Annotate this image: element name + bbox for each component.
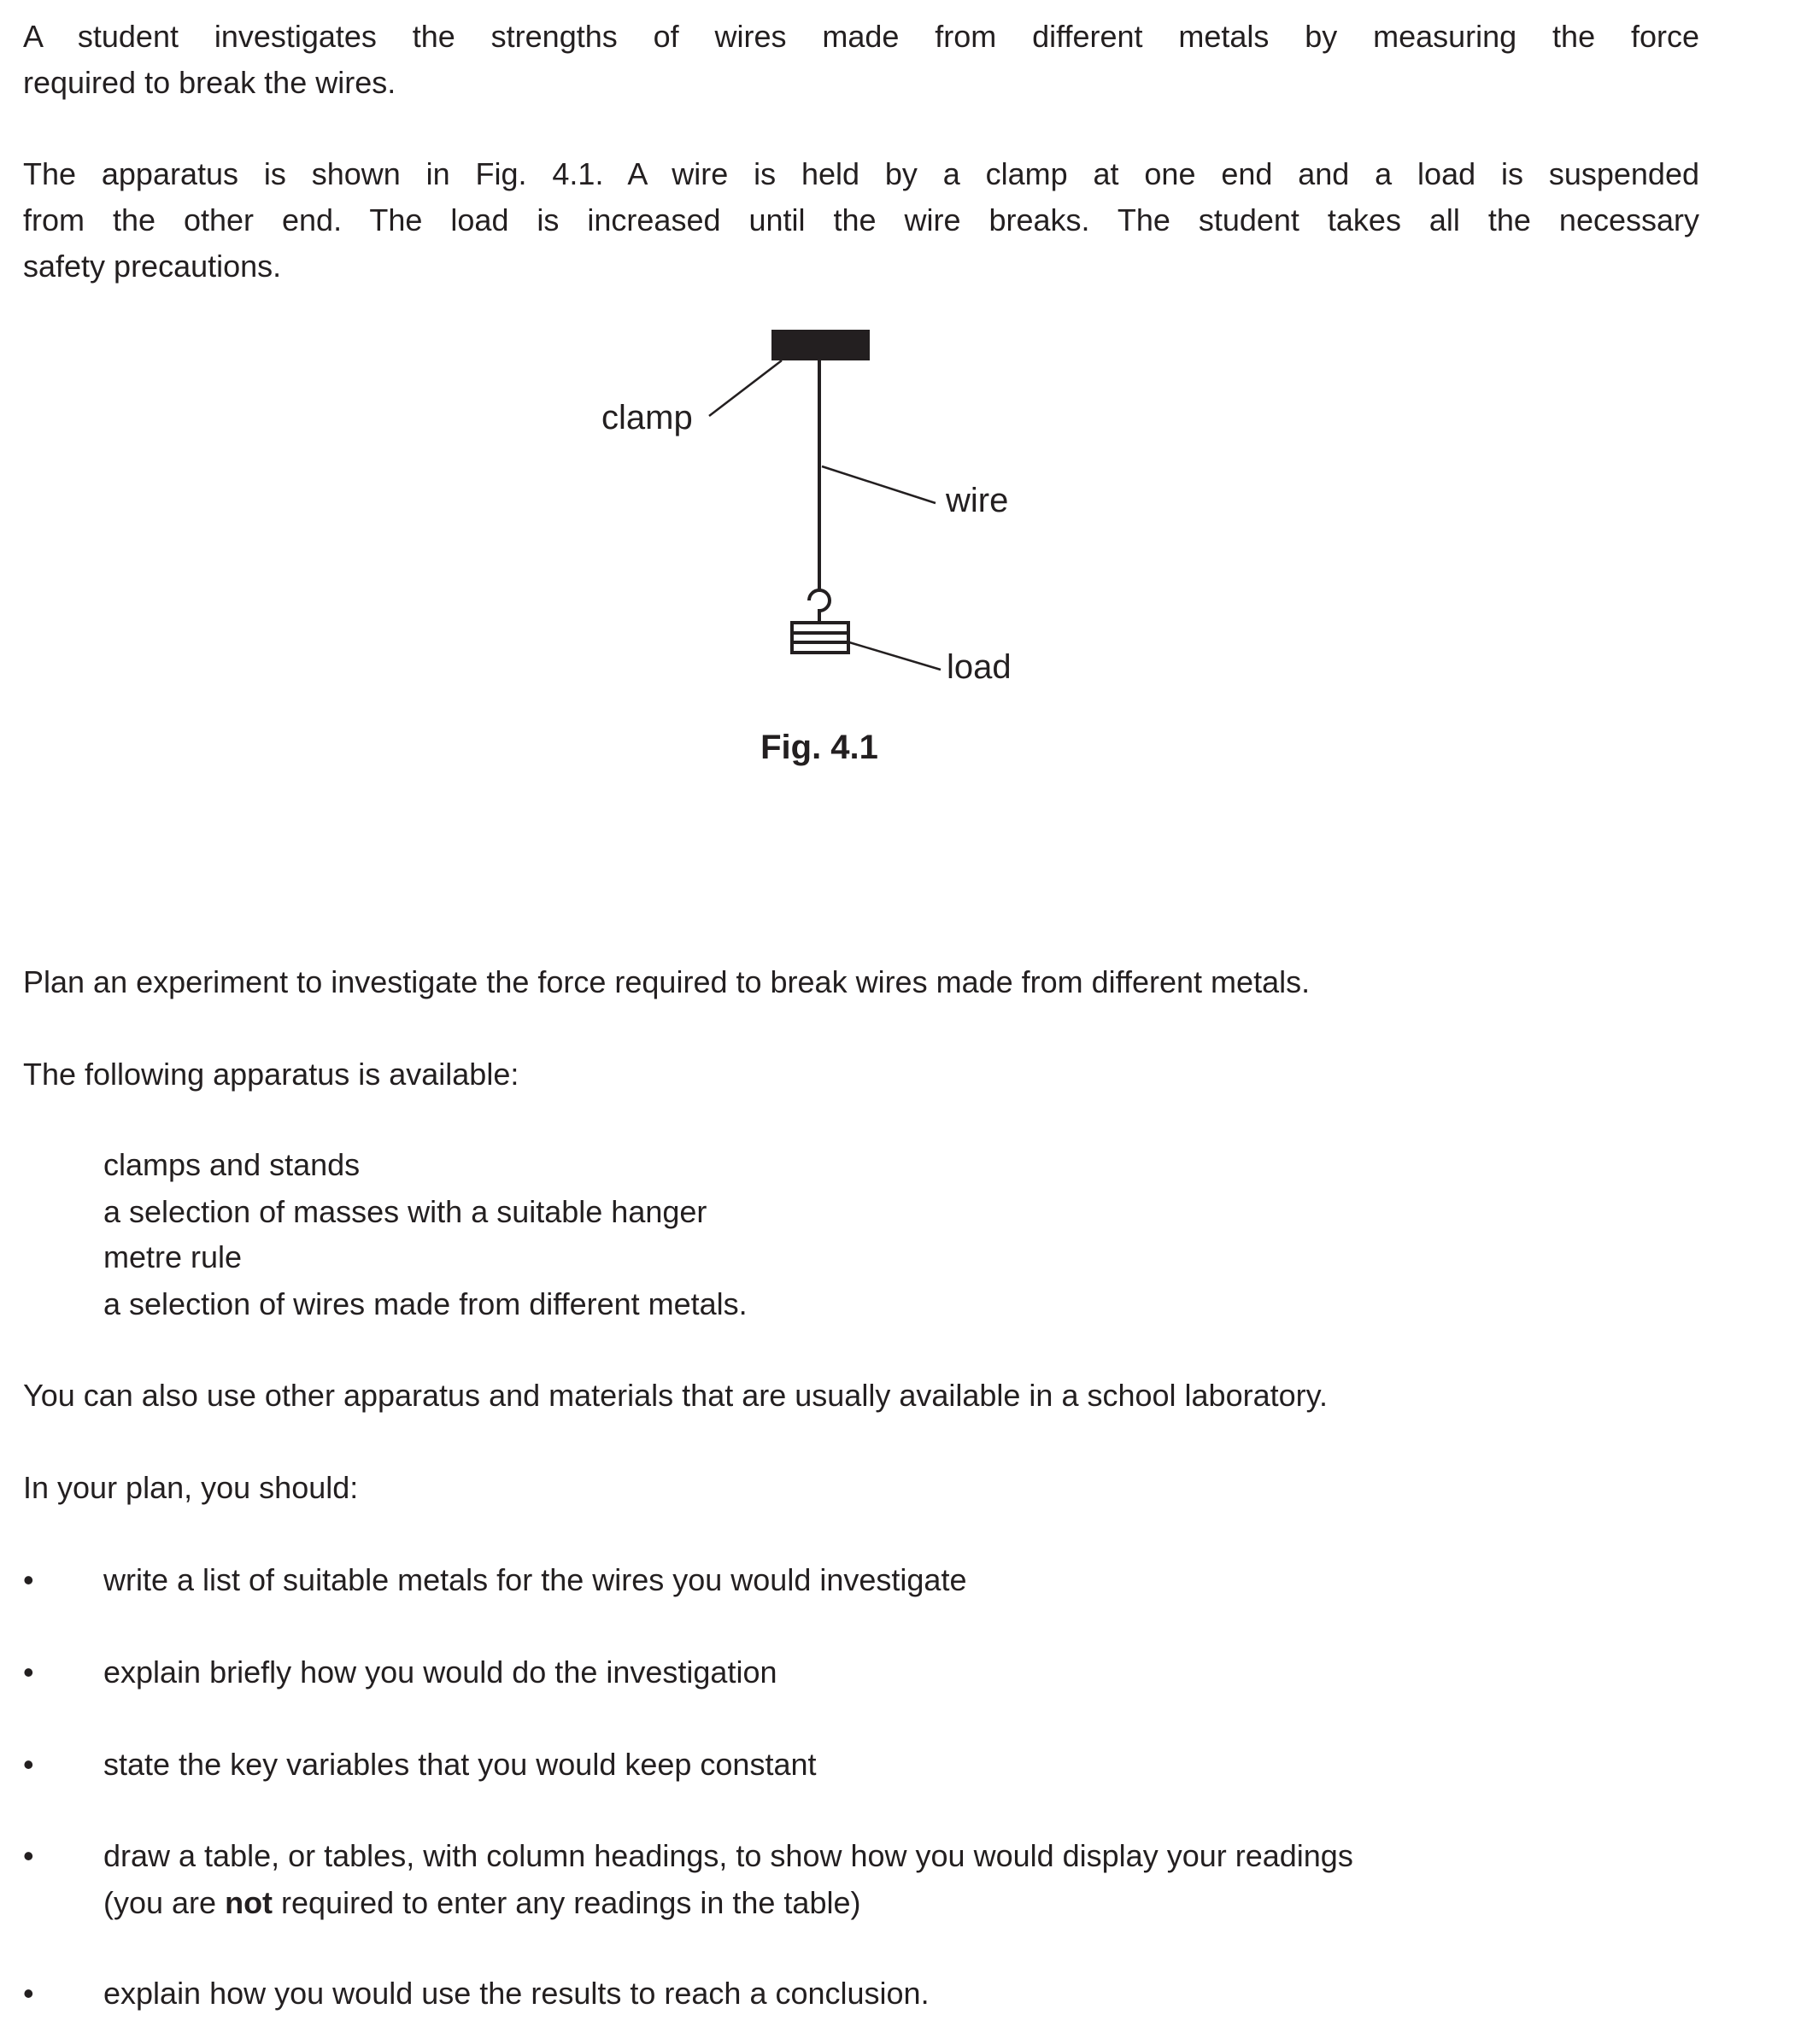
task-statement: Plan an experiment to investigate the fo… (23, 964, 1311, 999)
plan-bullet-continuation: (you are not required to enter any readi… (103, 1880, 860, 1925)
apparatus-heading: The following apparatus is available: (23, 1057, 519, 1092)
plan-heading: In your plan, you should: (23, 1470, 359, 1505)
apparatus-item: metre rule (103, 1239, 243, 1274)
other-apparatus-note: You can also use other apparatus and mat… (23, 1378, 1328, 1413)
hook (807, 589, 831, 622)
clamp-leader (708, 360, 783, 417)
figure-4-1-diagram: clamp wire load Fig. 4.1 (601, 330, 1012, 766)
apparatus-item: a selection of wires made from different… (103, 1286, 748, 1321)
text: required to enter any readings in the ta… (273, 1885, 861, 1920)
bullet-icon: • (23, 1976, 34, 2011)
apparatus-item: a selection of masses with a suitable ha… (103, 1194, 707, 1229)
plan-bullet: draw a table, or tables, with column hea… (103, 1838, 1353, 1873)
wire-leader (821, 465, 936, 505)
wire-label: wire (945, 482, 1008, 519)
plan-bullet: explain how you would use the results to… (103, 1976, 930, 2011)
plan-bullet: state the key variables that you would k… (103, 1747, 817, 1782)
bullet-icon: • (23, 1562, 34, 1597)
load-label: load (947, 648, 1012, 686)
clamp-label: clamp (601, 399, 693, 436)
bullet-icon: • (23, 1747, 34, 1782)
apparatus-item: clamps and stands (103, 1147, 361, 1182)
load-masses (790, 621, 850, 654)
plan-bullet: explain briefly how you would do the inv… (103, 1655, 777, 1690)
emphasis-not: not (225, 1885, 273, 1920)
figure-caption: Fig. 4.1 (760, 729, 878, 766)
bullet-icon: • (23, 1838, 34, 1873)
clamp-block (771, 330, 870, 360)
plan-bullet: write a list of suitable metals for the … (103, 1562, 967, 1597)
load-leader (848, 641, 941, 671)
text: (you are (103, 1885, 226, 1920)
bullet-icon: • (23, 1655, 34, 1690)
